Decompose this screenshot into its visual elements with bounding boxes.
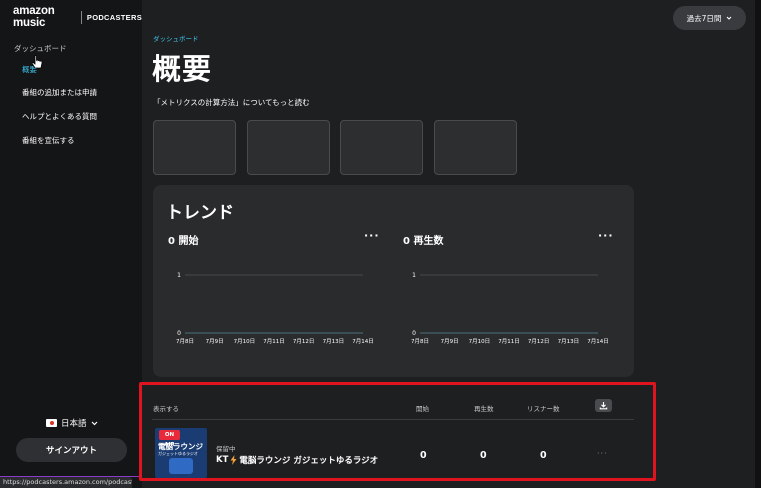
summary-card [153, 120, 236, 175]
period-label: 過去7日間 [686, 13, 722, 23]
plays-more-button[interactable]: ··· [598, 229, 614, 242]
sidebar-item-add-show[interactable]: 番組の追加または申請 [22, 87, 97, 98]
summary-card [340, 120, 423, 175]
status-bar-url: https://podcasters.amazon.com/podcasts [0, 477, 132, 488]
x-tick-label: 7月11日 [498, 338, 520, 345]
trend-panel: トレンド 0 開始 ··· 0 再生数 ··· 1 0 7月8日 7月9日 7月10日 7… [153, 185, 634, 377]
highlight-frame [139, 382, 656, 481]
chevron-down-icon [727, 16, 732, 20]
summary-card [247, 120, 330, 175]
x-tick-label: 7月13日 [323, 338, 345, 345]
plays-chart: 1 07月8日 7月9日 7月10日 7月11日 7月12日 7月13日 7月14日 [411, 272, 609, 345]
x-tick-label: 7月8日 [411, 338, 429, 345]
brand-logo[interactable]: amazon music PODCASTERS [13, 5, 142, 29]
plays-metric-label: 0 再生数 [403, 236, 444, 247]
japan-flag-icon [46, 419, 57, 427]
amazon-music-logo: amazon music [13, 5, 55, 29]
summary-card [434, 120, 517, 175]
y-tick-label: 0 [177, 330, 181, 337]
hand-pointer-icon [31, 55, 43, 69]
x-tick-label: 7月9日 [441, 338, 459, 345]
podcasters-label: PODCASTERS [86, 12, 142, 22]
breadcrumb[interactable]: ダッシュボード [153, 33, 199, 43]
x-tick-label: 7月12日 [528, 338, 550, 345]
x-tick-label: 7月14日 [352, 338, 374, 345]
period-selector-button[interactable]: 過去7日間 [673, 6, 746, 30]
x-tick-label: 7月14日 [587, 338, 609, 345]
x-tick-label: 7月10日 [469, 338, 491, 345]
y-tick-label: 1 [177, 272, 181, 279]
sidebar-item-help[interactable]: ヘルプとよくある質問 [22, 111, 97, 122]
x-tick-label: 7月10日 [234, 338, 256, 345]
page-title: 概要 [152, 52, 213, 86]
language-label: 日本語 [61, 419, 87, 429]
x-tick-label: 7月9日 [206, 338, 224, 345]
window-edge [755, 0, 761, 488]
x-tick-label: 7月13日 [558, 338, 580, 345]
starts-chart: 1 07月8日 7月9日 7月10日 7月11日 7月12日 7月13日 7月14日 [176, 272, 374, 345]
x-tick-label: 7月8日 [176, 338, 194, 345]
language-selector[interactable]: 日本語 [46, 417, 98, 429]
x-tick-label: 7月12日 [293, 338, 315, 345]
y-tick-label: 1 [412, 272, 416, 279]
sidebar-section-dashboard: ダッシュボード [14, 44, 67, 53]
chevron-down-icon [91, 421, 97, 425]
starts-more-button[interactable]: ··· [364, 229, 380, 242]
starts-metric-label: 0 開始 [168, 236, 199, 247]
x-tick-label: 7月11日 [263, 338, 285, 345]
signout-button[interactable]: サインアウト [16, 438, 127, 462]
metrics-info-link[interactable]: 「メトリクスの計算方法」についてもっと読む [153, 97, 310, 108]
y-tick-label: 0 [412, 330, 416, 337]
sidebar-item-promote[interactable]: 番組を宣伝する [22, 135, 75, 146]
brand-divider [81, 10, 82, 24]
trend-title: トレンド [166, 203, 234, 223]
sidebar: amazon music PODCASTERS ダッシュボード 概要 番組の追加… [0, 0, 142, 488]
